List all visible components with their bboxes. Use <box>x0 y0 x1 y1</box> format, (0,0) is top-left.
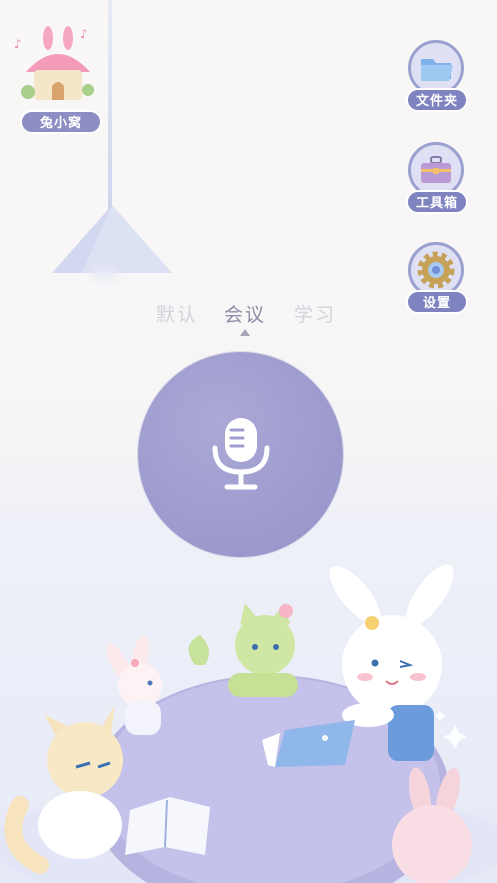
lamp-cord <box>108 0 112 215</box>
folder-button[interactable]: 文件夹 <box>406 40 468 118</box>
toolbox-button[interactable]: 工具箱 <box>406 142 468 220</box>
svg-text:♪: ♪ <box>14 37 22 51</box>
tab-meeting[interactable]: 会议 <box>224 300 266 327</box>
svg-text:♪: ♪ <box>80 27 88 41</box>
tab-default[interactable]: 默认 <box>156 300 198 327</box>
gear-icon <box>417 251 455 289</box>
settings-button[interactable]: 设置 <box>406 242 468 320</box>
home-button[interactable]: ♪ ♪ 兔小窝 <box>14 24 102 136</box>
tab-study[interactable]: 学习 <box>294 300 336 327</box>
home-label: 兔小窝 <box>20 110 102 134</box>
microphone-icon <box>212 418 270 490</box>
lamp-glow <box>85 260 125 288</box>
animals-meeting-illustration <box>0 564 497 883</box>
folder-label: 文件夹 <box>406 88 468 112</box>
settings-label: 设置 <box>406 290 468 314</box>
toolbox-icon <box>421 156 451 183</box>
bunny-house-icon: ♪ ♪ <box>14 26 94 100</box>
mode-tabs: 默认 会议 学习 <box>150 300 350 340</box>
record-button[interactable] <box>138 352 343 557</box>
folder-icon <box>421 59 453 81</box>
toolbox-label: 工具箱 <box>406 190 468 214</box>
active-tab-indicator <box>240 329 250 336</box>
